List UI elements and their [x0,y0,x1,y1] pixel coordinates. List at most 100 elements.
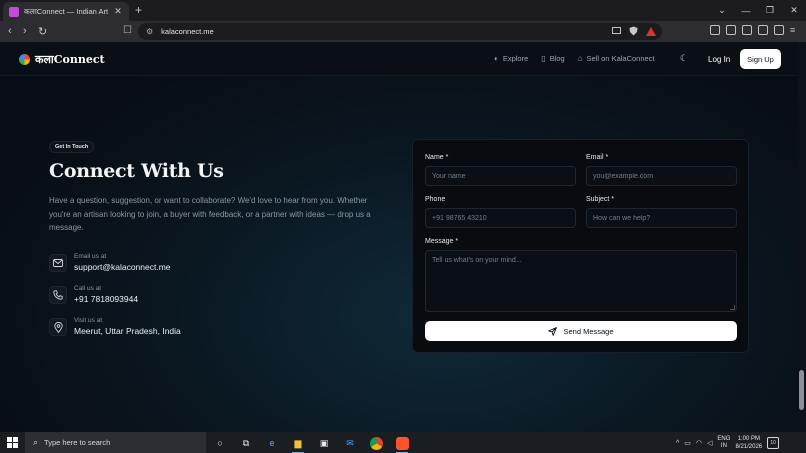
search-icon: ⌕ [33,437,39,447]
scrollbar-thumb[interactable] [799,370,804,410]
wallet-icon[interactable] [742,25,752,35]
task-view-icon[interactable]: ⧉ [238,435,254,451]
contact-phone-value[interactable]: +91 7818093944 [74,293,138,306]
section-lead-text: Have a question, suggestion, or want to … [49,196,371,233]
main-nav: ◐ Explore ▯ Blog ⌂ Sell on KalaConnect [494,54,655,63]
mail-icon [49,254,67,272]
cortana-icon[interactable]: ○ [212,435,228,451]
browser-toolbar: ‹ › ↻ ☐ ⚙ kalaconnect.me ≡ [0,21,806,42]
url-text: kalaconnect.me [161,27,214,36]
email-input[interactable] [586,166,737,186]
phone-icon [49,286,67,304]
email-label: Email * [586,154,609,161]
close-window-icon[interactable]: ✕ [782,5,806,16]
name-input[interactable] [425,166,576,186]
taskbar-search[interactable]: ⌕ Type here to search [25,432,206,453]
rewards-triangle-icon[interactable] [646,26,656,36]
site-favicon-icon [9,6,19,17]
taskbar-search-placeholder: Type here to search [44,438,111,447]
menu-icon[interactable]: ≡ [790,25,800,35]
browser-tab-strip: कलाConnect — Indian Art Marketplace ✕ + … [0,0,806,21]
sidebar-icon[interactable] [726,25,736,35]
browser-tab[interactable]: कलाConnect — Indian Art Marketplace ✕ [3,2,129,21]
nav-blog[interactable]: ▯ Blog [541,54,564,63]
clock-date: 8/21/2026 [735,444,763,450]
contact-email-value[interactable]: support@kalaconnect.me [74,261,171,274]
address-bar[interactable]: ⚙ kalaconnect.me [138,23,662,40]
new-tab-icon[interactable]: + [135,3,142,17]
nav-sell[interactable]: ⌂ Sell on KalaConnect [578,54,655,63]
minimize-icon[interactable]: — [734,6,758,16]
site-settings-icon[interactable]: ⚙ [146,27,153,36]
tab-search-chevron-icon[interactable]: ⌄ [710,5,734,16]
nav-explore-label: Explore [502,54,529,63]
maximize-icon[interactable]: ❐ [758,5,782,16]
clock-time: 1:00 PM [737,436,760,442]
forward-arrow-icon[interactable]: › [23,25,27,37]
battery-icon[interactable]: ▭ [684,439,691,447]
back-arrow-icon[interactable]: ‹ [8,25,12,37]
chrome-icon[interactable] [368,435,384,451]
logo-mark-icon [19,54,30,65]
address-bar-actions [612,26,656,36]
nav-sell-label: Sell on KalaConnect [586,54,655,63]
signup-button[interactable]: Sign Up [740,49,781,69]
mail-app-icon[interactable]: ✉ [342,435,358,451]
extensions-icon[interactable] [710,25,720,35]
store-app-icon[interactable]: ▣ [316,435,332,451]
site-header: कलाConnect ◐ Explore ▯ Blog ⌂ Sell on Ka… [0,42,806,76]
leo-ai-icon[interactable] [758,25,768,35]
phone-label: Phone [425,196,446,203]
palette-icon: ◐ [494,54,499,63]
input-language[interactable]: ENG IN [717,436,730,450]
web-page: कलाConnect ◐ Explore ▯ Blog ⌂ Sell on Ka… [0,42,806,432]
message-textarea[interactable] [425,250,737,312]
nav-explore[interactable]: ◐ Explore [494,54,528,63]
volume-icon[interactable]: ◁ [707,439,712,447]
brave-icon[interactable] [394,435,410,453]
windows-taskbar: ⌕ Type here to search ○ ⧉ e ▆ ▣ ✉ ^ ▭ ◠ … [0,432,806,453]
close-tab-icon[interactable]: ✕ [113,6,123,17]
send-message-button[interactable]: Send Message [425,321,737,341]
tab-title: कलाConnect — Indian Art Marketplace [24,6,108,16]
bookmark-icon[interactable]: ☐ [123,25,132,36]
wifi-icon[interactable]: ◠ [696,439,702,447]
phone-input[interactable] [425,208,576,228]
contact-form: Name * Email * Phone Subject * Message *… [412,139,749,353]
contact-phone: Call us at +91 7818093944 [49,284,138,306]
page-scrollbar[interactable] [798,42,806,432]
site-logo[interactable]: कलाConnect [19,52,105,67]
textarea-resize-handle[interactable] [730,305,735,310]
location-pin-icon [49,318,67,336]
taskbar-clock[interactable]: 1:00 PM 8/21/2026 [735,435,762,451]
vpn-icon[interactable] [774,25,784,35]
store-icon: ⌂ [577,54,583,63]
reload-icon[interactable]: ↻ [38,25,47,38]
contact-phone-label: Call us at [74,285,102,292]
section-eyebrow-badge: Get In Touch [49,141,95,153]
lang-region: IN [720,443,727,449]
section-heading: Connect With Us [49,160,224,182]
cast-icon[interactable] [612,27,621,35]
book-icon: ▯ [541,54,546,63]
send-icon [548,326,558,336]
moon-icon[interactable]: ☾ [680,53,688,64]
message-label: Message * [425,238,459,245]
subject-label: Subject * [586,196,615,203]
file-explorer-icon[interactable]: ▆ [290,435,306,453]
edge-icon[interactable]: e [264,435,280,451]
name-label: Name * [425,154,449,161]
contact-address-value: Meerut, Uttar Pradesh, India [74,326,181,336]
taskbar-apps: ○ ⧉ e ▆ ▣ ✉ [212,435,410,453]
tray-chevron-up-icon[interactable]: ^ [676,440,679,447]
send-message-label: Send Message [563,326,614,336]
lang-code: ENG [717,436,731,442]
contact-email-label: Email us at [74,253,107,260]
nav-blog-label: Blog [549,54,565,63]
contact-address: Visit us at Meerut, Uttar Pradesh, India [49,316,181,338]
shield-icon[interactable] [629,26,638,36]
login-link[interactable]: Log In [708,55,730,64]
subject-input[interactable] [586,208,737,228]
windows-start-icon[interactable] [7,437,18,448]
notification-center-icon[interactable]: 10 [767,437,780,449]
